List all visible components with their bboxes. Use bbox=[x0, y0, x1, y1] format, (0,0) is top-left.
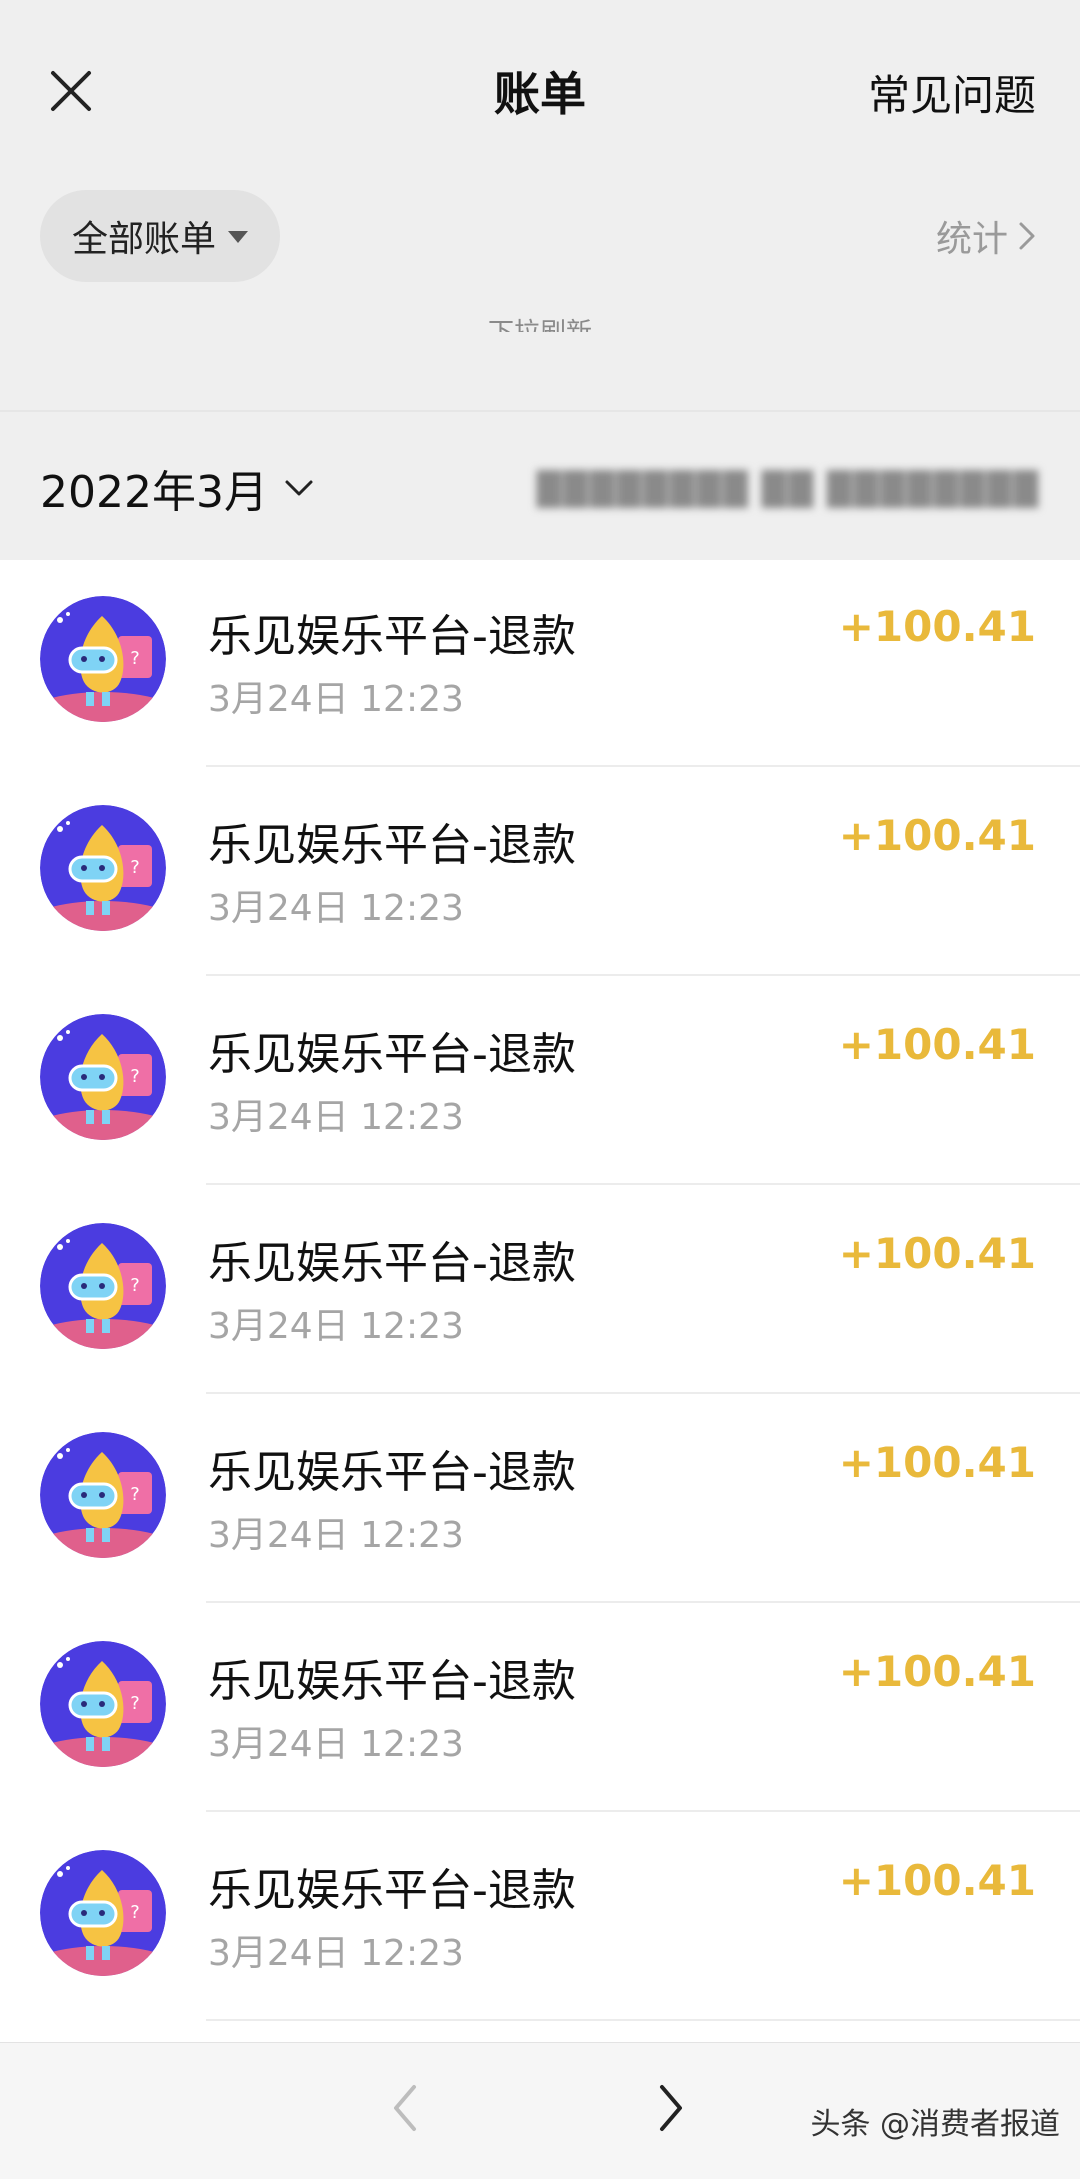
faq-link[interactable]: 常见问题 bbox=[868, 62, 1036, 123]
bill-filter-label: 全部账单 bbox=[71, 219, 216, 260]
transaction-amount: +100.41 bbox=[838, 811, 1036, 860]
svg-text:?: ? bbox=[130, 1902, 140, 1923]
stats-link[interactable]: 统计 bbox=[936, 210, 1036, 262]
transaction-row[interactable]: ? 乐见娱乐平台-退款 3月24日 12:23 +100.41 bbox=[0, 1603, 1080, 1812]
transaction-title: 乐见娱乐平台-退款 bbox=[208, 1656, 576, 1707]
transaction-time: 3月24日 12:23 bbox=[208, 1724, 464, 1765]
svg-text:?: ? bbox=[130, 1693, 140, 1714]
merchant-avatar-icon: ? bbox=[40, 1850, 166, 1976]
svg-text:?: ? bbox=[130, 1484, 140, 1505]
transaction-time: 3月24日 12:23 bbox=[208, 1097, 464, 1138]
transaction-row[interactable]: ? 乐见娱乐平台-退款 3月24日 12:23 +100.41 bbox=[0, 976, 1080, 1185]
transaction-amount: +100.41 bbox=[838, 1020, 1036, 1069]
merchant-avatar-icon: ? bbox=[40, 1223, 166, 1349]
transaction-time: 3月24日 12:23 bbox=[208, 1933, 464, 1974]
chevron-right-icon bbox=[1019, 222, 1035, 250]
transaction-amount: +100.41 bbox=[838, 1438, 1036, 1487]
watermark: 头条 @消费者报道 bbox=[810, 2107, 1060, 2142]
svg-text:?: ? bbox=[130, 1066, 140, 1087]
transaction-title: 乐见娱乐平台-退款 bbox=[208, 1865, 576, 1916]
merchant-avatar-icon: ? bbox=[40, 1014, 166, 1140]
svg-text:?: ? bbox=[130, 857, 140, 878]
transaction-title: 乐见娱乐平台-退款 bbox=[208, 1238, 576, 1289]
transaction-title: 乐见娱乐平台-退款 bbox=[208, 1447, 576, 1498]
svg-text:?: ? bbox=[130, 648, 140, 669]
chevron-down-icon bbox=[285, 480, 313, 496]
transaction-time: 3月24日 12:23 bbox=[208, 679, 464, 720]
transaction-time: 3月24日 12:23 bbox=[208, 1515, 464, 1556]
month-bar: 2022年3月 ████████ ██ ████████ bbox=[0, 410, 1080, 560]
bill-filter-dropdown[interactable]: 全部账单 bbox=[40, 190, 280, 282]
transaction-list: ? 乐见娱乐平台-退款 3月24日 12:23 +100.41 ? 乐见娱乐平台… bbox=[0, 558, 1080, 2021]
transaction-time: 3月24日 12:23 bbox=[208, 1306, 464, 1347]
month-label: 2022年3月 bbox=[40, 467, 268, 518]
stats-label: 统计 bbox=[935, 219, 1008, 260]
month-selector[interactable]: 2022年3月 bbox=[40, 456, 314, 520]
merchant-avatar-icon: ? bbox=[40, 596, 166, 722]
transaction-amount: +100.41 bbox=[838, 602, 1036, 651]
transaction-row[interactable]: ? 乐见娱乐平台-退款 3月24日 12:23 +100.41 bbox=[0, 1185, 1080, 1394]
transaction-title: 乐见娱乐平台-退款 bbox=[208, 1029, 576, 1080]
month-summary-blurred: ████████ ██ ████████ bbox=[536, 470, 1040, 508]
pull-to-refresh-text: 下拉刷新 bbox=[0, 310, 1080, 332]
transaction-row[interactable]: ? 乐见娱乐平台-退款 3月24日 12:23 +100.41 bbox=[0, 767, 1080, 976]
transaction-row[interactable]: ? 乐见娱乐平台-退款 3月24日 12:23 +100.41 bbox=[0, 558, 1080, 767]
transaction-row[interactable]: ? 乐见娱乐平台-退款 3月24日 12:23 +100.41 bbox=[0, 1812, 1080, 2021]
forward-arrow-icon[interactable] bbox=[636, 2073, 706, 2143]
back-arrow-icon[interactable] bbox=[370, 2073, 440, 2143]
svg-text:?: ? bbox=[130, 1275, 140, 1296]
transaction-amount: +100.41 bbox=[838, 1856, 1036, 1905]
merchant-avatar-icon: ? bbox=[40, 805, 166, 931]
transaction-title: 乐见娱乐平台-退款 bbox=[208, 820, 576, 871]
merchant-avatar-icon: ? bbox=[40, 1641, 166, 1767]
caret-down-icon bbox=[228, 231, 248, 243]
merchant-avatar-icon: ? bbox=[40, 1432, 166, 1558]
transaction-amount: +100.41 bbox=[838, 1647, 1036, 1696]
transaction-time: 3月24日 12:23 bbox=[208, 888, 464, 929]
transaction-amount: +100.41 bbox=[838, 1229, 1036, 1278]
header: 账单 常见问题 bbox=[0, 0, 1080, 180]
bottom-nav-bar: 头条 @消费者报道 bbox=[0, 2042, 1080, 2179]
transaction-row[interactable]: ? 乐见娱乐平台-退款 3月24日 12:23 +100.41 bbox=[0, 1394, 1080, 1603]
transaction-title: 乐见娱乐平台-退款 bbox=[208, 611, 576, 662]
